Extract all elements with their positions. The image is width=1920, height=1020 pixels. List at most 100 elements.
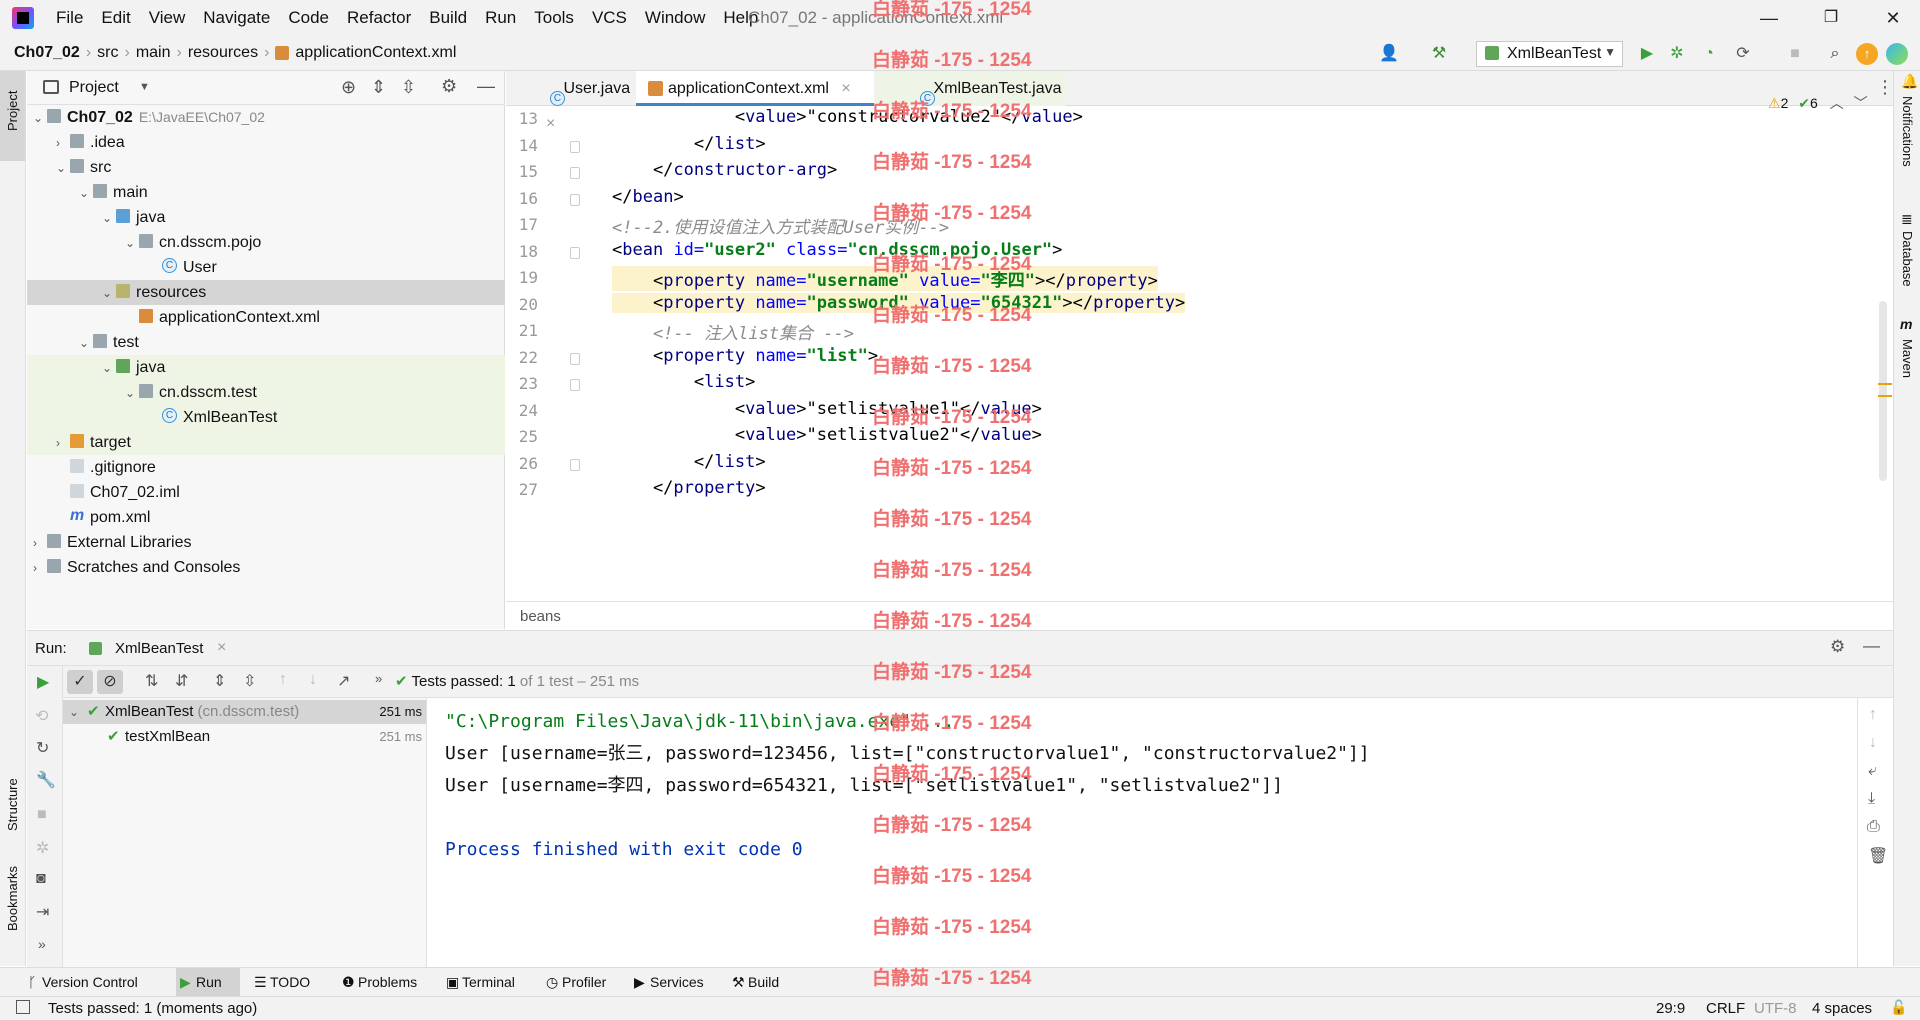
status-message[interactable]: Tests passed: 1 (moments ago) xyxy=(48,1000,257,1017)
fold-marker-icon[interactable] xyxy=(570,167,580,179)
tab-xmlbeantest-java[interactable]: C XmlBeanTest.java xyxy=(876,71,1066,107)
menu-build[interactable]: Build xyxy=(427,8,469,28)
minimize-icon[interactable]: — xyxy=(1755,4,1783,32)
fold-marker-icon[interactable] xyxy=(570,246,580,259)
crumb-file[interactable]: applicationContext.xml xyxy=(295,44,456,62)
project-tool-window-button[interactable]: Project xyxy=(0,71,25,161)
menu-code[interactable]: Code xyxy=(286,8,331,28)
tree-item[interactable]: ⌄ Ch07_02 E:\JavaEE\Ch07_02 xyxy=(27,105,505,130)
tree-item[interactable]: ⌄ test xyxy=(27,330,505,355)
hide-icon[interactable]: — xyxy=(1863,636,1880,656)
menu-edit[interactable]: Edit xyxy=(99,8,132,28)
profile-icon[interactable]: ⟳ xyxy=(1732,43,1754,65)
export-icon[interactable]: ↗ xyxy=(337,671,350,691)
build-hammer-icon[interactable]: ⚒ xyxy=(1428,43,1450,65)
tree-item[interactable]: C XmlBeanTest xyxy=(27,405,505,430)
lock-icon[interactable]: 🔓 xyxy=(1890,999,1907,1016)
tab-terminal[interactable]: ▣ Terminal xyxy=(442,968,530,997)
run-configuration-select[interactable]: XmlBeanTest ▼ xyxy=(1476,41,1623,67)
coverage-icon[interactable]: ◔ xyxy=(1698,43,1720,65)
maven-tool-button[interactable]: Maven xyxy=(1900,339,1915,378)
tree-item[interactable]: m pom.xml xyxy=(27,505,505,530)
tree-item[interactable]: ⌄ java xyxy=(27,205,505,230)
run-tab-xmlbeantest[interactable]: XmlBeanTest xyxy=(115,640,203,657)
scroll-to-end-icon[interactable]: ⤓ xyxy=(1868,790,1875,808)
test-suite-row[interactable]: ⌄ ✔ XmlBeanTest (cn.dsscm.test) 251 ms xyxy=(63,700,426,724)
show-ignored-icon[interactable]: ⊘ xyxy=(97,670,123,694)
more-tabs-icon[interactable]: ⋮ xyxy=(1876,77,1894,98)
toggle-auto-test-icon[interactable]: ↻ xyxy=(36,738,49,758)
project-view-title[interactable]: Project xyxy=(69,79,119,97)
tree-item[interactable]: ⌄ main xyxy=(27,180,505,205)
tree-item[interactable]: ⌄ java xyxy=(27,355,505,380)
close-tab-icon[interactable]: × xyxy=(841,80,850,97)
tree-item[interactable]: › External Libraries xyxy=(27,530,505,555)
crumb-project[interactable]: Ch07_02 xyxy=(14,44,80,62)
more-icon[interactable]: » xyxy=(38,936,46,952)
editor-scrollbar[interactable] xyxy=(1879,301,1887,481)
rerun-icon[interactable]: ▶ xyxy=(37,672,49,692)
tab-run[interactable]: ▶ Run xyxy=(176,968,240,997)
locate-icon[interactable]: ⊕ xyxy=(341,77,356,98)
run-icon[interactable]: ▶ xyxy=(1636,43,1658,65)
gear-icon[interactable]: ⚙ xyxy=(1830,637,1845,657)
user-icon[interactable]: 👤 xyxy=(1378,43,1400,65)
toggle-panels-icon[interactable] xyxy=(16,1000,30,1014)
tree-item[interactable]: › target xyxy=(27,430,505,455)
tree-item[interactable]: ⌄ src xyxy=(27,155,505,180)
trash-icon[interactable]: 🗑 xyxy=(1868,846,1888,866)
close-tab-icon[interactable]: × xyxy=(217,639,226,657)
expand-all-icon[interactable]: ⇕ xyxy=(371,77,386,98)
fold-marker-icon[interactable] xyxy=(570,193,580,206)
sort-alpha-icon[interactable]: ⇅ xyxy=(145,671,158,691)
maximize-icon[interactable]: ❐ xyxy=(1817,4,1845,32)
tab-services[interactable]: ▶ Services xyxy=(630,968,726,997)
expand-all-icon[interactable]: ⇕ xyxy=(213,671,226,691)
chevron-right-icon[interactable]: › xyxy=(56,131,70,156)
tab-todo[interactable]: ☰ TODO xyxy=(250,968,322,997)
console-output[interactable]: "C:\Program Files\Java\jdk-11\bin\java.e… xyxy=(427,698,1857,967)
print-icon[interactable]: ⎙ xyxy=(1867,818,1880,836)
tree-item[interactable]: › .idea xyxy=(27,130,505,155)
chevron-down-icon[interactable]: ⌄ xyxy=(79,331,93,356)
tab-problems[interactable]: ❶ Problems xyxy=(338,968,430,997)
camera-icon[interactable]: ◙ xyxy=(36,870,46,888)
crumb-main[interactable]: main xyxy=(136,44,171,62)
code-area[interactable]: 13 <value>"constructorvalue2"</value> 14 … xyxy=(506,107,1876,599)
show-passed-icon[interactable]: ✓ xyxy=(67,670,93,694)
soft-wrap-icon[interactable]: ⤶ xyxy=(1868,762,1877,780)
menu-file[interactable]: File xyxy=(54,8,85,28)
debug-icon[interactable]: ✲ xyxy=(1666,43,1688,65)
menu-window[interactable]: Window xyxy=(643,8,707,28)
more-icon[interactable]: » xyxy=(375,671,382,686)
tree-item[interactable]: .gitignore xyxy=(27,455,505,480)
fold-marker-icon[interactable] xyxy=(570,352,580,365)
chevron-down-icon[interactable]: ⌄ xyxy=(56,156,70,181)
hide-icon[interactable]: — xyxy=(477,76,495,97)
tree-item[interactable]: › Scratches and Consoles xyxy=(27,555,505,580)
menu-refactor[interactable]: Refactor xyxy=(345,8,413,28)
indent-setting[interactable]: 4 spaces xyxy=(1812,1000,1872,1017)
menu-view[interactable]: View xyxy=(147,8,188,28)
tree-item[interactable]: C User xyxy=(27,255,505,280)
fold-marker-icon[interactable] xyxy=(570,379,580,391)
database-tool-button[interactable]: Database xyxy=(1900,231,1915,287)
line-separator[interactable]: CRLF xyxy=(1706,1000,1745,1017)
menu-run[interactable]: Run xyxy=(483,8,518,28)
test-method-row[interactable]: ✔ testXmlBean 251 ms xyxy=(63,725,426,749)
collapse-all-icon[interactable]: ⇳ xyxy=(401,77,416,98)
tab-build[interactable]: ⚒ Build xyxy=(728,968,800,997)
exit-icon[interactable]: ⇥ xyxy=(36,902,49,922)
sort-duration-icon[interactable]: ⇵ xyxy=(175,671,188,691)
updates-icon[interactable]: ↑ xyxy=(1856,43,1878,65)
tree-item[interactable]: ⌄ resources xyxy=(27,280,505,305)
collapse-all-icon[interactable]: ⇳ xyxy=(243,671,256,691)
chevron-down-icon[interactable]: ▼ xyxy=(139,81,150,93)
chevron-right-icon[interactable]: › xyxy=(33,531,47,556)
tree-item[interactable]: Ch07_02.iml xyxy=(27,480,505,505)
jetbrains-toolbox-icon[interactable] xyxy=(1886,43,1908,65)
chevron-down-icon[interactable]: ⌄ xyxy=(125,231,139,256)
fold-marker-icon[interactable] xyxy=(570,140,580,153)
menu-vcs[interactable]: VCS xyxy=(590,8,629,28)
chevron-down-icon[interactable]: ⌄ xyxy=(102,281,116,306)
